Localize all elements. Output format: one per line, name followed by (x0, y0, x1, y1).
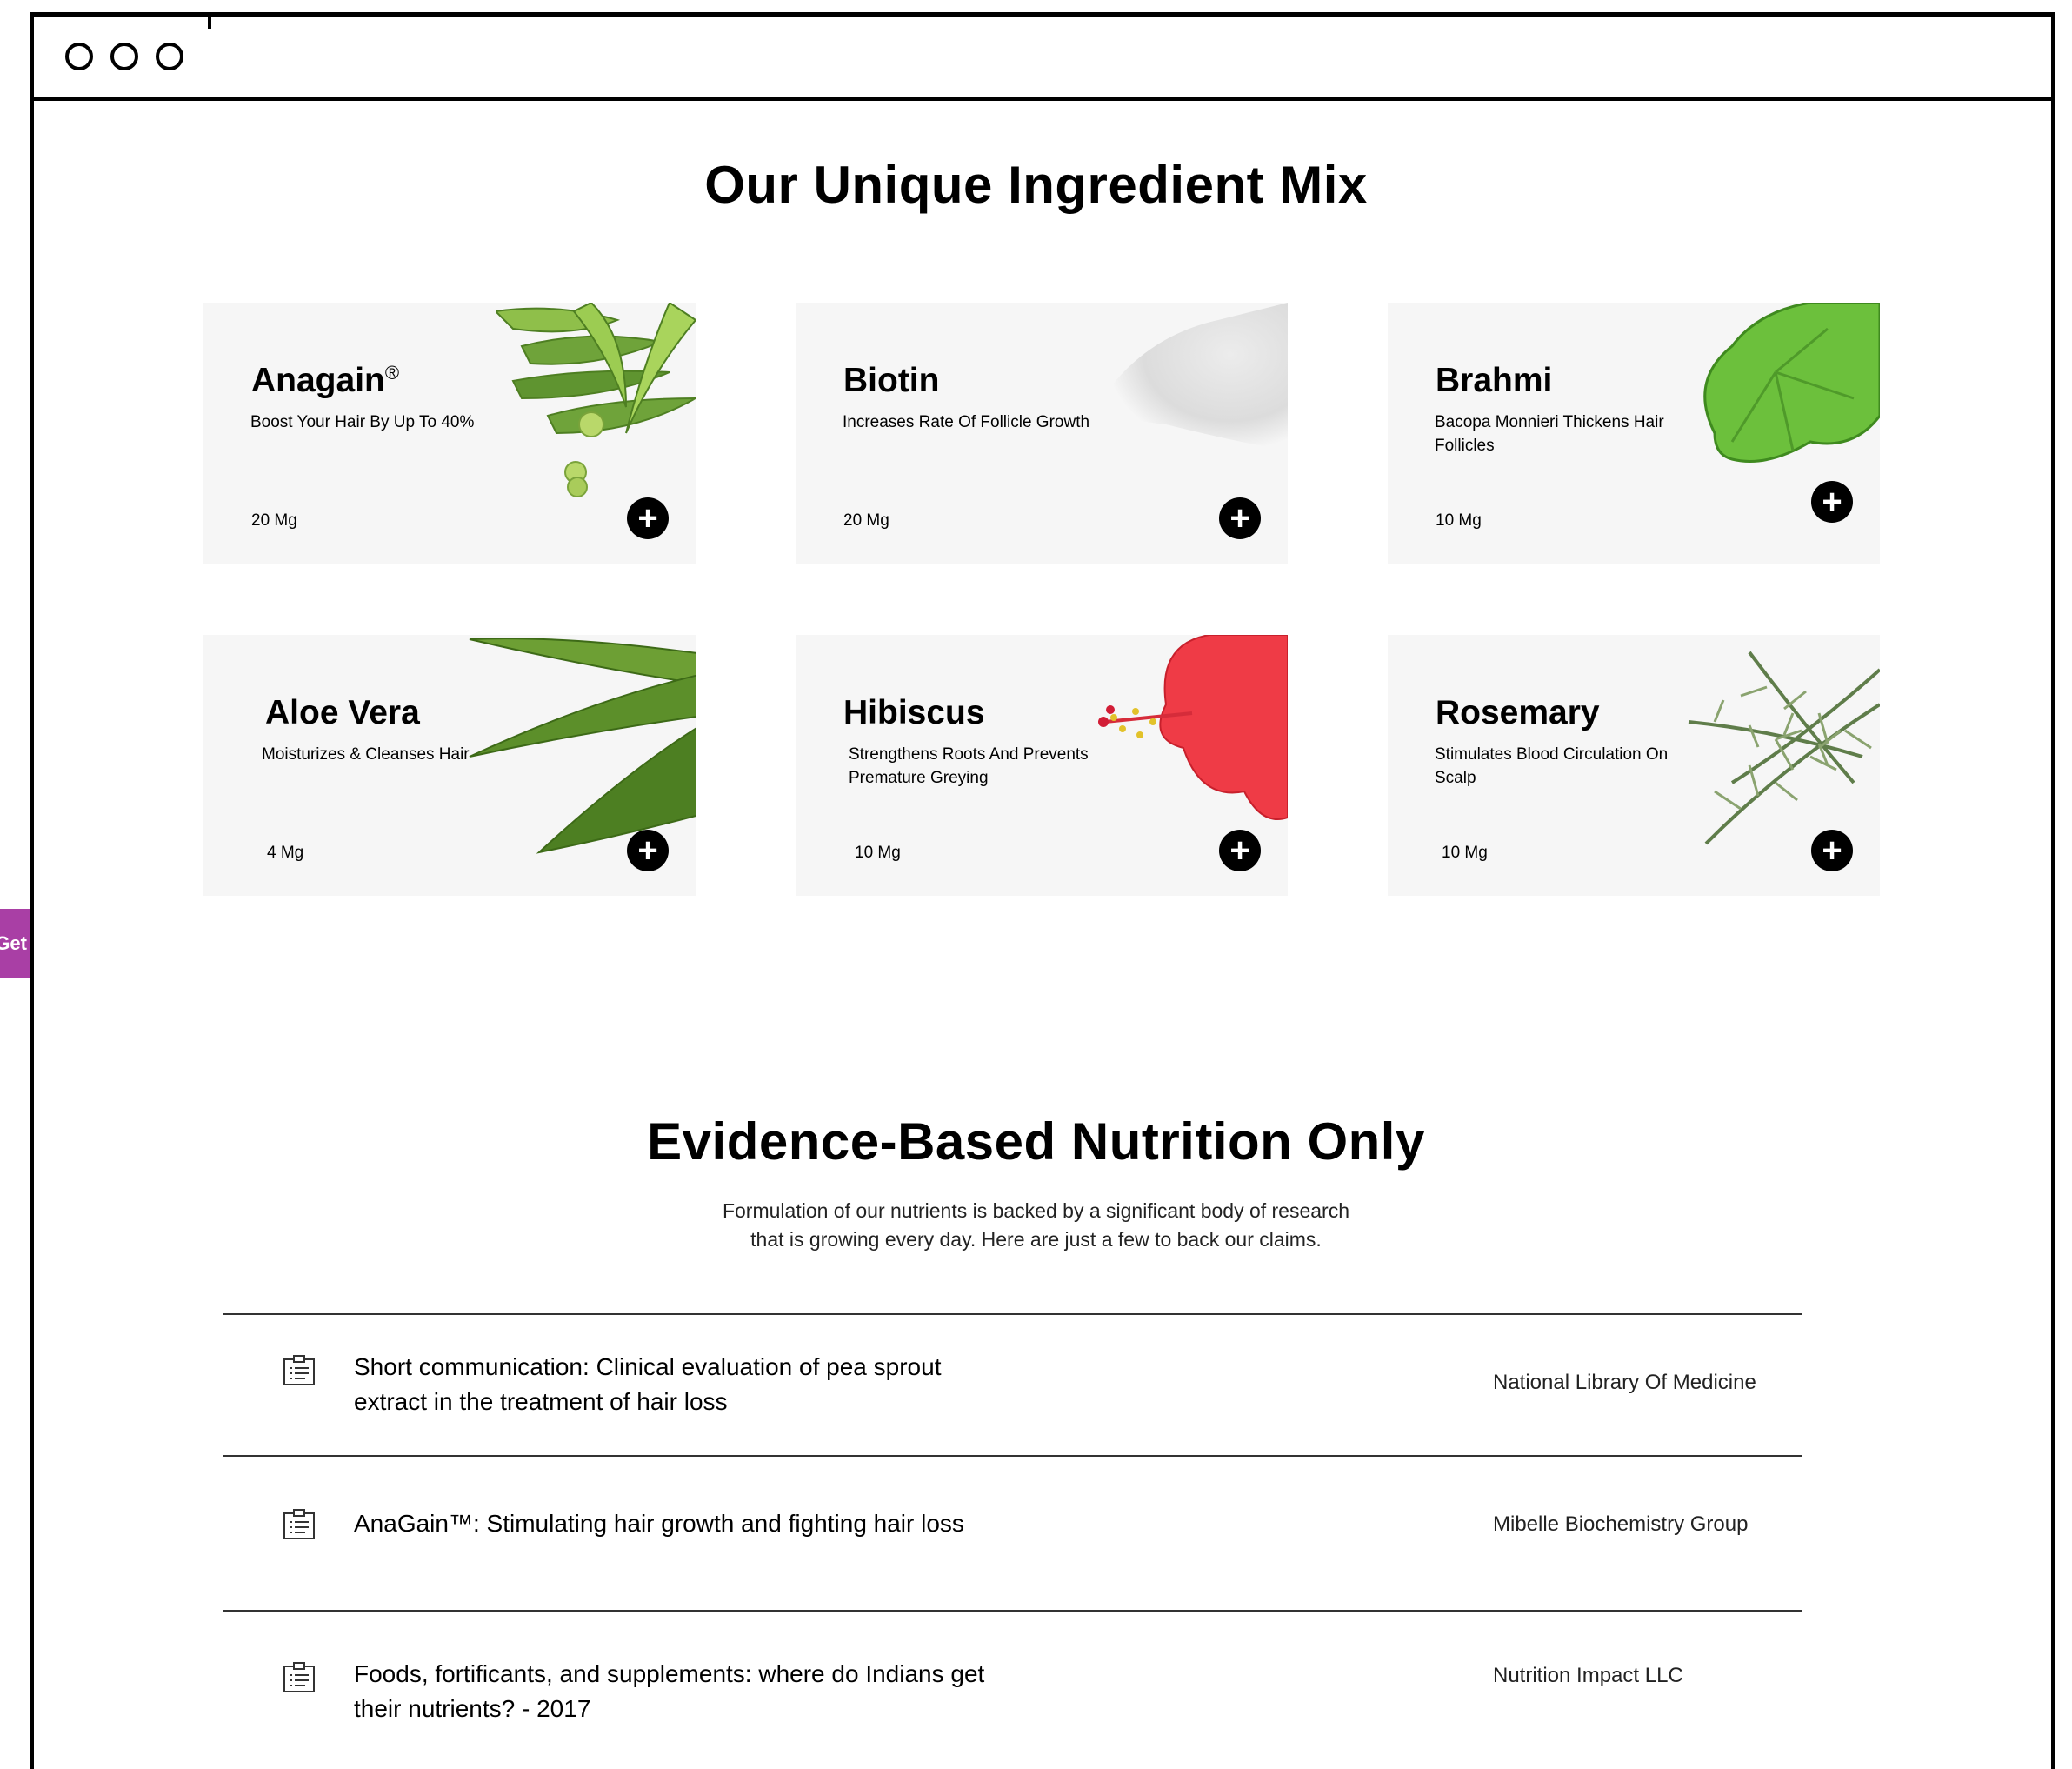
ingredient-name: Rosemary (1436, 694, 1600, 731)
registered-mark: ® (384, 362, 400, 384)
evidence-section-title: Evidence-Based Nutrition Only (647, 1112, 1425, 1171)
evidence-subtitle-line1: Formulation of our nutrients is backed b… (722, 1199, 1350, 1222)
ingredient-dose: 4 Mg (267, 844, 304, 862)
ingredient-description: Strengthens Roots And Prevents Premature… (849, 745, 1089, 787)
window-titlebar (34, 17, 2051, 101)
window-minimize-dot[interactable] (110, 43, 138, 70)
divider (223, 1455, 1802, 1457)
ingredient-card-aloe-vera[interactable]: Aloe Vera Moisturizes & Cleanses Hair 4 … (203, 635, 696, 896)
ingredient-description: Boost Your Hair By Up To 40% (250, 413, 475, 431)
ingredient-name: Anagain® (251, 362, 400, 399)
expand-plus-button[interactable]: + (1219, 497, 1261, 539)
ingredient-card-biotin[interactable]: Biotin Increases Rate Of Follicle Growth… (796, 303, 1288, 564)
evidence-subtitle-line2: that is growing every day. Here are just… (750, 1228, 1322, 1251)
expand-plus-button[interactable]: + (627, 830, 669, 871)
divider (223, 1313, 1802, 1315)
ingredient-dose: 20 Mg (251, 511, 297, 530)
study-title[interactable]: AnaGain™: Stimulating hair growth and fi… (354, 1506, 1015, 1541)
ingredient-description: Moisturizes & Cleanses Hair (262, 745, 470, 764)
side-tab-label: Get (0, 932, 27, 954)
study-source: Mibelle Biochemistry Group (1493, 1512, 1749, 1536)
expand-plus-button[interactable]: + (1811, 830, 1853, 871)
divider (223, 1610, 1802, 1612)
ingredient-name: Hibiscus (843, 694, 985, 731)
study-source: National Library Of Medicine (1493, 1371, 1756, 1394)
expand-plus-button[interactable]: + (1219, 830, 1261, 871)
ingredient-card-anagain[interactable]: Anagain® Boost Your Hair By Up To 40% 20… (203, 303, 696, 564)
document-icon (283, 1509, 315, 1539)
ingredient-dose: 10 Mg (855, 844, 901, 862)
ingredient-name: Aloe Vera (265, 694, 420, 731)
expand-plus-button[interactable]: + (1811, 481, 1853, 523)
ingredient-card-hibiscus[interactable]: Hibiscus Strengthens Roots And Prevents … (796, 635, 1288, 896)
ingredient-description: Bacopa Monnieri Thickens Hair Follicles (1435, 413, 1664, 455)
ingredient-card-brahmi[interactable]: Brahmi Bacopa Monnieri Thickens Hair Fol… (1388, 303, 1880, 564)
ingredient-description: Stimulates Blood Circulation On Scalp (1435, 745, 1669, 787)
ingredient-name: Biotin (843, 362, 940, 399)
window-close-dot[interactable] (65, 43, 93, 70)
ingredient-dose: 10 Mg (1436, 511, 1482, 530)
ingredient-name: Brahmi (1436, 362, 1553, 399)
side-tab[interactable]: Get (0, 909, 30, 978)
ingredient-card-rosemary[interactable]: Rosemary Stimulates Blood Circulation On… (1388, 635, 1880, 896)
study-title[interactable]: Short communication: Clinical evaluation… (354, 1350, 1015, 1419)
expand-plus-button[interactable]: + (627, 497, 669, 539)
window-maximize-dot[interactable] (156, 43, 183, 70)
document-icon (283, 1355, 315, 1385)
ingredient-description: Increases Rate Of Follicle Growth (843, 413, 1090, 431)
ingredient-section-title: Our Unique Ingredient Mix (704, 156, 1368, 214)
ingredient-dose: 10 Mg (1442, 844, 1488, 862)
evidence-subtitle: Formulation of our nutrients is backed b… (0, 1197, 2072, 1254)
study-source: Nutrition Impact LLC (1493, 1664, 1683, 1687)
study-title[interactable]: Foods, fortificants, and supplements: wh… (354, 1657, 1015, 1726)
ingredient-dose: 20 Mg (843, 511, 889, 530)
document-icon (283, 1662, 315, 1692)
